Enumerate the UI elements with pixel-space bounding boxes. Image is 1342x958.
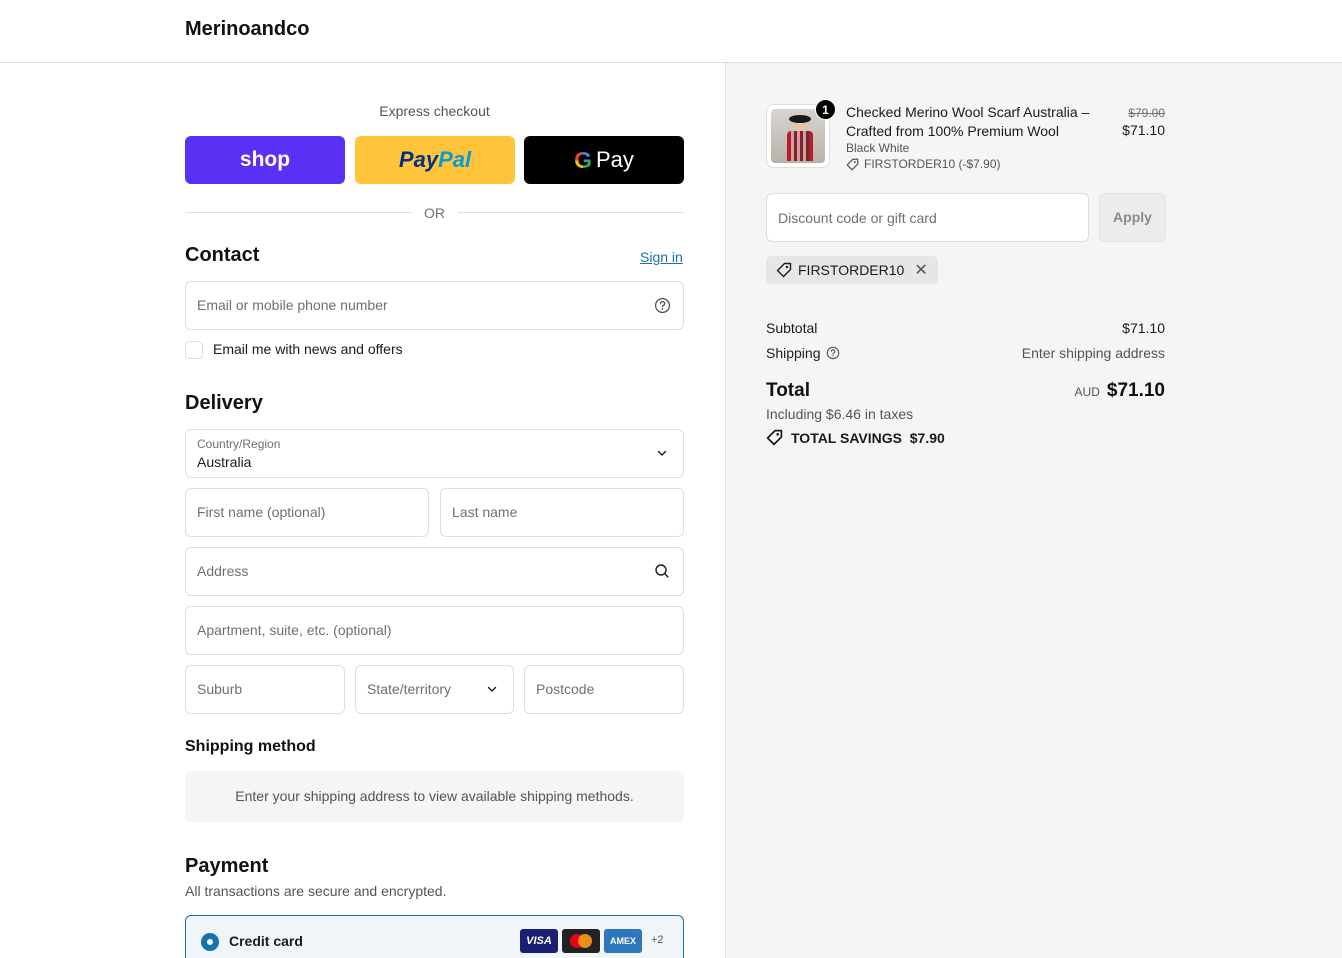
search-icon	[653, 562, 671, 580]
total-savings: TOTAL SAVINGS $7.90	[766, 429, 945, 446]
product-variant: Black White	[846, 141, 910, 155]
discount-code-input[interactable]: Discount code or gift card	[766, 193, 1089, 242]
suburb-placeholder: Suburb	[197, 681, 243, 697]
postcode-placeholder: Postcode	[536, 681, 595, 697]
shipping-row: Shipping	[766, 345, 840, 361]
paypal-label-part2: Pal	[438, 147, 472, 172]
applied-discount-chip: FIRSTORDER10 ✕	[766, 256, 938, 284]
or-divider-text: OR	[424, 205, 445, 221]
sign-in-link[interactable]: Sign in	[640, 249, 683, 265]
quantity-badge: 1	[815, 99, 836, 120]
mastercard-icon	[562, 929, 600, 953]
shipping-method-title: Shipping method	[185, 738, 316, 755]
apply-button[interactable]: Apply	[1099, 193, 1166, 242]
shop-pay-button[interactable]: shop	[185, 136, 345, 184]
first-name-placeholder: First name (optional)	[197, 504, 326, 520]
chevron-down-icon	[483, 680, 501, 698]
tag-icon	[846, 158, 859, 170]
more-cards-count: +2	[651, 934, 664, 946]
total-label: Total	[766, 380, 810, 401]
delivery-title: Delivery	[185, 392, 263, 414]
tag-icon	[776, 262, 792, 278]
shipping-label: Shipping	[766, 345, 821, 361]
total-amount: $71.10	[1106, 380, 1165, 401]
google-g-icon: G	[574, 146, 592, 173]
apartment-placeholder: Apartment, suite, etc. (optional)	[197, 622, 392, 638]
product-discount: FIRSTORDER10 (-$7.90)	[846, 157, 1000, 171]
chevron-down-icon	[653, 444, 671, 462]
subtotal-label: Subtotal	[766, 320, 818, 336]
applied-discount-code: FIRSTORDER10	[798, 262, 905, 278]
price-original: $79.00	[1128, 106, 1165, 120]
address-placeholder: Address	[197, 563, 249, 579]
apartment-field[interactable]: Apartment, suite, etc. (optional)	[185, 606, 684, 655]
help-icon[interactable]	[653, 296, 671, 314]
shipping-value: Enter shipping address	[1021, 345, 1165, 361]
shipping-method-note: Enter your shipping address to view avai…	[185, 771, 684, 822]
country-label: Country/Region	[197, 437, 281, 451]
brand-logo[interactable]: Merinoandco	[185, 18, 309, 41]
payment-subtitle: All transactions are secure and encrypte…	[185, 883, 447, 899]
state-select[interactable]: State/territory	[355, 665, 514, 714]
last-name-field[interactable]: Last name	[440, 488, 684, 537]
total-savings-text: TOTAL SAVINGS $7.90	[791, 429, 945, 446]
last-name-placeholder: Last name	[452, 504, 518, 520]
email-field[interactable]: Email or mobile phone number	[185, 281, 684, 330]
order-summary: 1 Checked Merino Wool Scarf Australia – …	[725, 63, 1342, 958]
address-field[interactable]: Address	[185, 547, 684, 596]
price-discounted: $71.10	[1122, 122, 1165, 138]
first-name-field[interactable]: First name (optional)	[185, 488, 429, 537]
express-checkout-title: Express checkout	[379, 103, 490, 119]
email-placeholder: Email or mobile phone number	[197, 297, 388, 313]
paypal-label-part1: Pay	[398, 147, 439, 172]
paypal-button[interactable]: Pay Pal	[355, 136, 515, 184]
postcode-field[interactable]: Postcode	[524, 665, 684, 714]
shop-pay-label: shop	[239, 148, 291, 171]
visa-icon: VISA	[520, 929, 558, 953]
currency-code: AUD	[1074, 385, 1100, 399]
contact-title: Contact	[185, 244, 260, 266]
discount-code-placeholder: Discount code or gift card	[778, 210, 937, 226]
google-pay-button[interactable]: G Pay	[524, 136, 684, 184]
header: Merinoandco	[0, 0, 1342, 63]
suburb-field[interactable]: Suburb	[185, 665, 345, 714]
google-pay-label: Pay	[595, 147, 634, 172]
tag-icon	[766, 429, 783, 446]
country-select[interactable]: Country/Region Australia	[185, 429, 684, 478]
amex-icon: AMEX	[604, 929, 642, 953]
subtotal-value: $71.10	[1122, 320, 1165, 336]
help-icon[interactable]	[826, 346, 840, 360]
state-placeholder: State/territory	[367, 681, 452, 697]
newsletter-checkbox[interactable]	[185, 341, 203, 359]
total-value-group: AUD $71.10	[1075, 380, 1165, 402]
divider-left	[185, 212, 411, 213]
newsletter-label: Email me with news and offers	[213, 341, 403, 357]
credit-card-radio[interactable]	[201, 933, 219, 951]
remove-discount-icon[interactable]: ✕	[914, 260, 927, 280]
credit-card-option[interactable]: Credit card VISA AMEX +2	[185, 915, 684, 958]
taxes-note: Including $6.46 in taxes	[766, 406, 914, 422]
country-value: Australia	[197, 454, 252, 470]
payment-title: Payment	[185, 855, 269, 877]
product-discount-text: FIRSTORDER10 (-$7.90)	[864, 157, 1001, 171]
product-title: Checked Merino Wool Scarf Australia – Cr…	[846, 104, 1090, 139]
divider-right	[458, 212, 684, 213]
credit-card-label: Credit card	[229, 933, 303, 949]
